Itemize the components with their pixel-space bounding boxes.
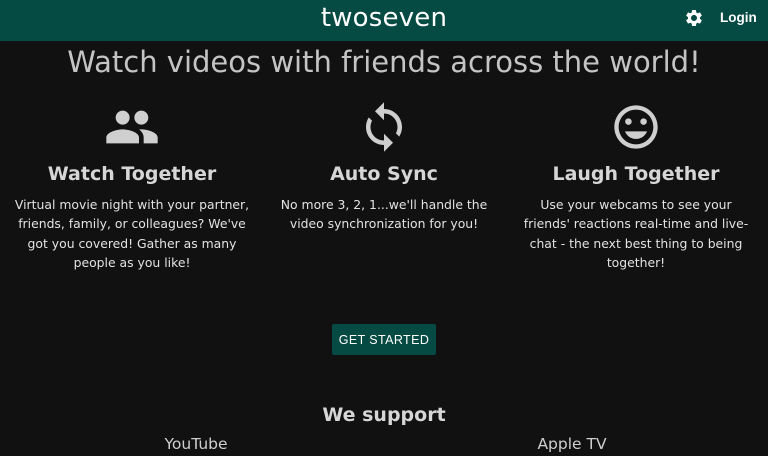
- feature-description: Use your webcams to see your friends' re…: [523, 197, 749, 270]
- feature-laugh-together: Laugh Together Use your webcams to see y…: [508, 100, 764, 272]
- feature-title: Laugh Together: [552, 163, 720, 185]
- smiley-icon: [508, 100, 764, 154]
- feature-watch-together: Watch Together Virtual movie night with …: [4, 100, 260, 272]
- login-link[interactable]: Login: [720, 10, 768, 25]
- top-bar: twoseven Login: [0, 0, 768, 41]
- brand-logo[interactable]: twoseven: [0, 3, 768, 33]
- get-started-button[interactable]: GET STARTED: [332, 324, 436, 355]
- sync-icon: [256, 100, 512, 154]
- support-title: We support: [322, 404, 446, 426]
- feature-description: No more 3, 2, 1...we'll handle the video…: [280, 197, 488, 232]
- people-icon: [4, 100, 260, 154]
- feature-title: Auto Sync: [330, 163, 438, 185]
- feature-description: Virtual movie night with your partner, f…: [14, 197, 250, 270]
- platform-apple-tv: Apple TV: [537, 435, 607, 453]
- platform-youtube: YouTube: [164, 435, 228, 453]
- gear-icon[interactable]: [684, 8, 704, 28]
- feature-title: Watch Together: [47, 163, 217, 185]
- hero-title: Watch videos with friends across the wor…: [67, 45, 701, 79]
- feature-auto-sync: Auto Sync No more 3, 2, 1...we'll handle…: [256, 100, 512, 234]
